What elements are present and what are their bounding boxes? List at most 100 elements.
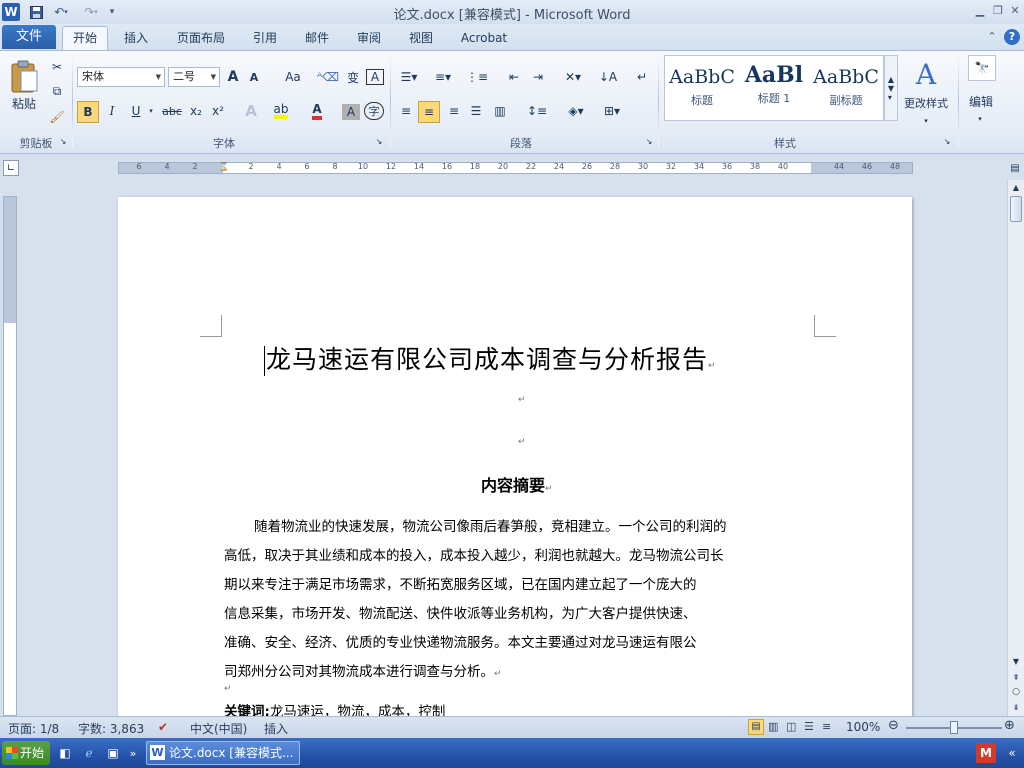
scroll-up-icon[interactable]: ▲	[1009, 180, 1023, 194]
paste-button[interactable]: 粘贴	[6, 93, 42, 113]
tab-selector-icon[interactable]: ∟	[3, 160, 19, 176]
distributed-icon[interactable]: ▥	[490, 101, 510, 121]
tab-file[interactable]: 文件	[2, 25, 56, 49]
editing-dropdown-icon[interactable]: ▾	[974, 109, 986, 129]
line-spacing-icon[interactable]: ↕≡	[524, 101, 550, 121]
minimize-ribbon-icon[interactable]: ⌃	[984, 29, 1000, 45]
grow-font-icon[interactable]: A	[224, 67, 242, 87]
copy-icon[interactable]: ⧉	[48, 81, 66, 101]
print-layout-icon[interactable]: ▤	[748, 719, 764, 735]
char-border-icon[interactable]: A	[366, 69, 384, 85]
font-name-select[interactable]: 宋体 ▼	[77, 67, 165, 87]
tab-mailings[interactable]: 邮件	[298, 27, 336, 49]
tray-expand-icon[interactable]: «	[1004, 743, 1020, 763]
shrink-font-icon[interactable]: A	[246, 67, 262, 87]
multilevel-list-icon[interactable]: ⋮≡	[464, 67, 490, 87]
font-color-icon[interactable]: A	[306, 101, 328, 121]
bold-button[interactable]: B	[77, 101, 99, 123]
style-heading1[interactable]: AaBl 标题 1	[739, 58, 809, 118]
tab-view[interactable]: 视图	[402, 27, 440, 49]
enclose-char-icon[interactable]: 字	[364, 102, 384, 120]
start-button[interactable]: 开始	[2, 741, 50, 765]
cut-icon[interactable]: ✂	[48, 57, 66, 77]
vertical-ruler[interactable]	[3, 196, 17, 716]
restore-icon[interactable]: ❐	[990, 3, 1006, 19]
tab-review[interactable]: 审阅	[350, 27, 388, 49]
scroll-down-icon[interactable]: ▼	[1009, 654, 1023, 668]
editing-button[interactable]: 编辑	[964, 91, 998, 111]
horizontal-ruler[interactable]: 6 4 2 2 4 6 8 10 12 14 16 18 20 22 24 26 28 30 32 34 36 38 40 4…	[118, 162, 913, 174]
quicklaunch-more-icon[interactable]: »	[126, 743, 140, 763]
tab-home[interactable]: 开始	[62, 26, 108, 50]
underline-button[interactable]: U	[126, 101, 146, 121]
align-right-icon[interactable]: ≡	[444, 101, 464, 121]
paragraph-launcher-icon[interactable]: ↘	[644, 135, 654, 147]
status-language[interactable]: 中文(中国)	[190, 720, 247, 737]
browse-object-icon[interactable]: ○	[1009, 685, 1023, 699]
phonetic-guide-icon[interactable]: 变	[342, 67, 364, 87]
document-page[interactable]: 龙马速运有限公司成本调查与分析报告↵ ↵ ↵ 内容摘要↵ 随着物流业的快速发展，…	[118, 197, 912, 716]
zoom-level[interactable]: 100%	[846, 720, 880, 734]
close-icon[interactable]: ✕	[1007, 3, 1023, 19]
full-screen-reading-icon[interactable]: ▥	[768, 720, 778, 733]
sort-icon[interactable]: ↓A	[598, 67, 618, 87]
clear-format-icon[interactable]: ᴬ⌫	[317, 67, 339, 87]
borders-icon[interactable]: ⊞▾	[598, 101, 626, 121]
decrease-indent-icon[interactable]: ⇤	[504, 67, 524, 87]
ie-icon[interactable]: ℯ	[80, 743, 98, 763]
show-desktop-icon[interactable]: ◧	[56, 743, 74, 763]
status-page[interactable]: 页面: 1/8	[8, 720, 59, 737]
shading-icon[interactable]: ◈▾	[562, 101, 590, 121]
status-insert-mode[interactable]: 插入	[264, 720, 288, 737]
proofing-icon[interactable]: ✔	[158, 720, 168, 734]
scroll-thumb[interactable]	[1010, 196, 1022, 222]
binoculars-icon[interactable]: 🔭	[968, 55, 996, 81]
next-page-icon[interactable]: ⇟	[1009, 700, 1023, 714]
outline-icon[interactable]: ☰	[804, 720, 814, 733]
align-center-icon[interactable]: ≡	[418, 101, 440, 123]
taskbar-word-window[interactable]: W 论文.docx [兼容模式...	[146, 741, 300, 765]
clipboard-launcher-icon[interactable]: ↘	[58, 135, 68, 147]
web-layout-icon[interactable]: ◫	[786, 720, 796, 733]
tab-page-layout[interactable]: 页面布局	[170, 27, 232, 49]
view-ruler-icon[interactable]: ▤	[1008, 160, 1022, 176]
status-word-count[interactable]: 字数: 3,863	[78, 720, 144, 737]
vertical-scrollbar[interactable]: ▲ ▼ ⇞ ○ ⇟	[1007, 180, 1024, 716]
text-effects-icon[interactable]: A	[240, 101, 262, 121]
underline-dropdown-icon[interactable]: ▾	[146, 101, 156, 121]
zoom-out-icon[interactable]: ⊖	[888, 718, 899, 733]
change-styles-button[interactable]: 更改样式	[900, 93, 952, 113]
tab-acrobat[interactable]: Acrobat	[454, 27, 514, 49]
font-size-select[interactable]: 二号 ▼	[168, 67, 220, 87]
bullets-icon[interactable]: ☰▾	[396, 67, 422, 87]
style-subtitle[interactable]: AaBbC 副标题	[811, 58, 881, 118]
indent-marker-icon[interactable]: ⌛	[219, 156, 229, 176]
draft-icon[interactable]: ≡	[822, 720, 831, 733]
tab-references[interactable]: 引用	[246, 27, 284, 49]
format-painter-icon[interactable]: 🖌	[48, 107, 66, 127]
strikethrough-button[interactable]: abc	[160, 101, 184, 121]
styles-scroll-icon[interactable]: ▲ ▼ ▾	[884, 55, 898, 121]
minimize-icon[interactable]: ▁	[972, 3, 988, 19]
change-case-icon[interactable]: Aa	[280, 67, 306, 87]
numbering-icon[interactable]: ≡▾	[430, 67, 456, 87]
styles-launcher-icon[interactable]: ↘	[942, 135, 952, 147]
zoom-in-icon[interactable]: ⊕	[1004, 718, 1015, 733]
document-area[interactable]: 龙马速运有限公司成本调查与分析报告↵ ↵ ↵ 内容摘要↵ 随着物流业的快速发展，…	[22, 180, 1007, 716]
prev-page-icon[interactable]: ⇞	[1009, 670, 1023, 684]
highlight-icon[interactable]: ab	[270, 101, 292, 121]
help-icon[interactable]: ?	[1004, 29, 1020, 45]
media-icon[interactable]: ▣	[104, 743, 122, 763]
tab-insert[interactable]: 插入	[116, 27, 156, 49]
justify-icon[interactable]: ☰	[466, 101, 486, 121]
style-title[interactable]: AaBbC 标题	[667, 58, 737, 118]
font-launcher-icon[interactable]: ↘	[374, 135, 384, 147]
change-styles-dropdown-icon[interactable]: ▾	[920, 111, 932, 131]
change-styles-icon[interactable]: A	[906, 55, 946, 93]
subscript-button[interactable]: x₂	[186, 101, 206, 121]
align-left-icon[interactable]: ≡	[396, 101, 416, 121]
increase-indent-icon[interactable]: ⇥	[528, 67, 548, 87]
superscript-button[interactable]: x²	[208, 101, 228, 121]
italic-button[interactable]: I	[102, 101, 122, 121]
tray-app-icon[interactable]: M	[976, 743, 996, 763]
